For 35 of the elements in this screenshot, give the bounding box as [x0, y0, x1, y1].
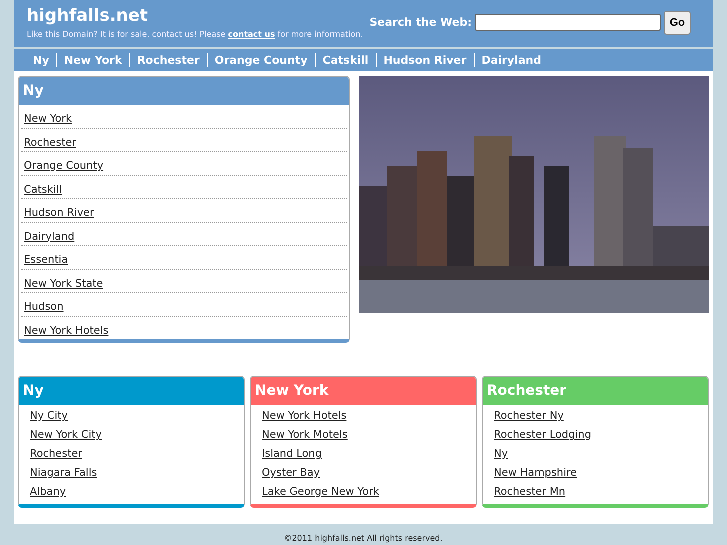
sidebar-link[interactable]: Hudson River: [24, 207, 94, 219]
panel-link[interactable]: Ny City: [30, 407, 233, 426]
sidebar-link[interactable]: New York: [24, 113, 72, 125]
panel-link[interactable]: Rochester: [30, 445, 233, 464]
sidebar-link[interactable]: Orange County: [24, 160, 104, 172]
sidebar-link[interactable]: New York Hotels: [24, 324, 109, 336]
panel-link[interactable]: Niagara Falls: [30, 464, 233, 483]
panel-link[interactable]: Lake George New York: [262, 483, 465, 502]
panel-link[interactable]: Rochester Lodging: [494, 426, 697, 445]
panel-title: Rochester: [483, 377, 708, 405]
panel-link[interactable]: New York Hotels: [262, 407, 465, 426]
panel-link[interactable]: Albany: [30, 483, 233, 502]
go-button[interactable]: Go: [664, 10, 691, 34]
search-label: Search the Web:: [370, 16, 472, 29]
sidebar-link[interactable]: Essentia: [24, 254, 68, 266]
search-field[interactable]: [475, 14, 661, 31]
site-title: highfalls.net: [27, 6, 150, 26]
sidebar-link[interactable]: New York State: [24, 278, 104, 290]
tagline: Like this Domain? It is for sale. contact us! Please contact us for more information.: [27, 30, 364, 39]
panel-link[interactable]: New Hampshire: [494, 464, 697, 483]
panel-title: Ny: [19, 77, 349, 105]
panel-title: New York: [251, 377, 476, 405]
panel-link[interactable]: Island Long: [262, 445, 465, 464]
panel-link[interactable]: Ny: [494, 445, 697, 464]
sidebar-link[interactable]: Dairyland: [24, 230, 75, 242]
copyright-text: ©2011 highfalls.net All rights reserved.: [283, 534, 444, 543]
sidebar-link[interactable]: Catskill: [24, 184, 62, 196]
sidebar-link[interactable]: Hudson: [24, 301, 64, 313]
panel-link[interactable]: New York Motels: [262, 426, 465, 445]
panel-link[interactable]: Rochester Mn: [494, 483, 697, 502]
panel-link[interactable]: New York City: [30, 426, 233, 445]
sidebar-link[interactable]: Rochester: [24, 136, 76, 148]
panel-link[interactable]: Oyster Bay: [262, 464, 465, 483]
panel-title: Ny: [19, 377, 244, 405]
panel-link[interactable]: Rochester Ny: [494, 407, 697, 426]
